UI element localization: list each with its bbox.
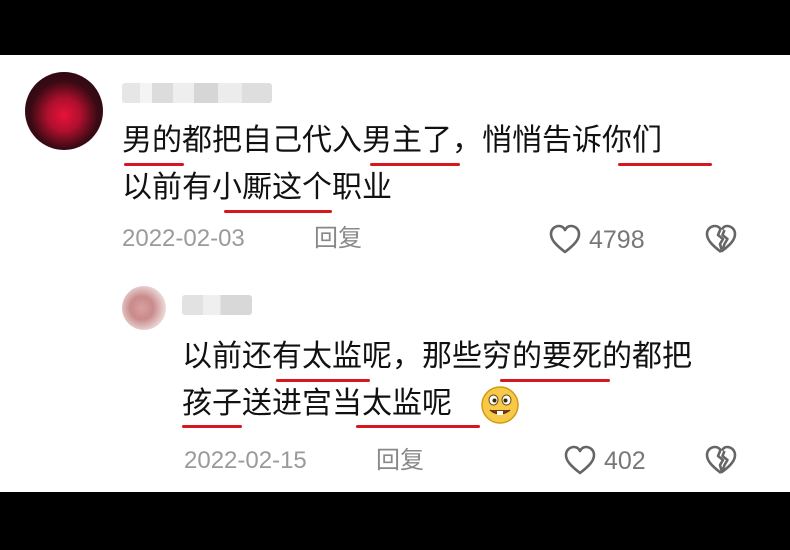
highlight-underline [356, 425, 480, 428]
reply-date: 2022-02-15 [184, 447, 307, 474]
reply-button[interactable]: 回复 [314, 224, 362, 254]
like-count: 402 [604, 447, 646, 475]
highlight-underline [618, 163, 712, 166]
highlight-underline [276, 379, 370, 382]
heart-outline-icon[interactable] [563, 444, 597, 476]
broken-heart-icon[interactable] [704, 223, 738, 255]
like-count: 4798 [589, 226, 645, 254]
highlight-underline [124, 163, 184, 166]
highlight-underline [500, 379, 610, 382]
blurred-username[interactable] [182, 295, 252, 315]
comment-date: 2022-02-03 [122, 225, 245, 252]
reply-avatar[interactable] [122, 286, 166, 330]
comment-line-2: 以前有小厮这个职业 [122, 170, 392, 205]
highlight-underline [224, 210, 332, 213]
reply-button[interactable]: 回复 [376, 446, 424, 476]
heart-outline-icon[interactable] [548, 223, 582, 255]
comment-panel: 男的都把自己代入男主了，悄悄告诉你们 以前有小厮这个职业 2022-02-03 … [0, 55, 790, 492]
broken-heart-icon[interactable] [704, 444, 738, 476]
reply-line-1: 以前还有太监呢，那些穷的要死的都把 [182, 339, 692, 374]
reply-text: 以前还有太监呢，那些穷的要死的都把 孩子送进宫当太监呢 [182, 333, 762, 427]
drooling-emoji-icon [481, 386, 519, 424]
highlight-underline [370, 163, 460, 166]
blurred-username[interactable] [122, 83, 272, 103]
comment-line-1: 男的都把自己代入男主了，悄悄告诉你们 [122, 123, 662, 158]
highlight-underline [182, 425, 242, 428]
reply-line-2: 孩子送进宫当太监呢 [182, 386, 452, 421]
avatar[interactable] [25, 72, 103, 150]
